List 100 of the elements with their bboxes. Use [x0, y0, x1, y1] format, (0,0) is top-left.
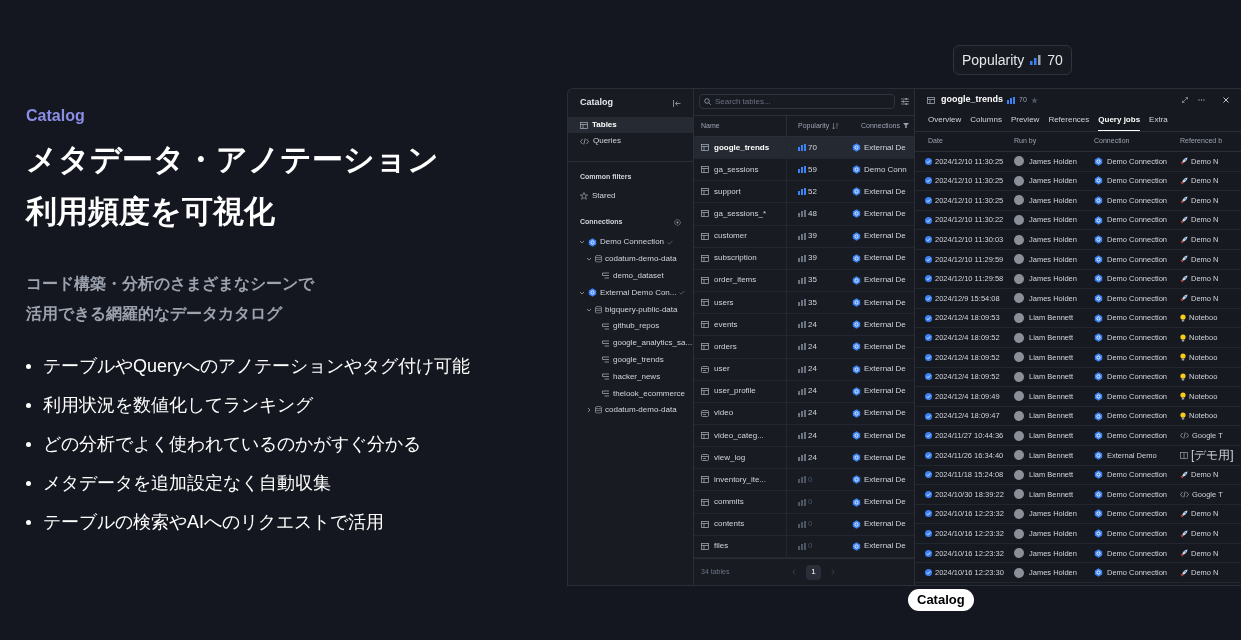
table-row[interactable]: support 52 External De: [694, 181, 914, 204]
table-row[interactable]: orders 24 External De: [694, 336, 914, 359]
tree-item[interactable]: github_repos: [568, 318, 693, 335]
connection-name: External De: [864, 496, 906, 508]
table-row[interactable]: video 24 External De: [694, 402, 914, 425]
connection-name: External De: [864, 385, 906, 398]
user-avatar: [1014, 273, 1024, 284]
tab[interactable]: Extra: [1149, 110, 1168, 131]
success-check-icon: [925, 157, 932, 165]
user-avatar: [1014, 215, 1024, 226]
code-icon: [1180, 432, 1189, 440]
table-row[interactable]: user_profile 24 External De: [694, 380, 914, 403]
connection-icon: [852, 497, 861, 507]
table-row[interactable]: users 35 External De: [694, 292, 914, 315]
connection-name: External De: [864, 407, 906, 420]
bullet-text: 利用状況を数値化してランキング: [43, 393, 313, 417]
connection-icon: [1094, 196, 1103, 205]
connection-icon: [1094, 313, 1103, 323]
tree-item[interactable]: codatum-demo-data: [568, 250, 693, 268]
tree-item[interactable]: hacker_news: [568, 368, 693, 386]
lightbulb-icon: [1180, 333, 1186, 342]
connection-name: External De: [864, 141, 906, 154]
table-name: ga_sessions: [714, 163, 759, 176]
search-field[interactable]: Search tables...: [699, 94, 895, 110]
table-icon: [701, 210, 709, 218]
tree-item[interactable]: google_trends: [568, 351, 693, 369]
settings-icon: [674, 218, 681, 226]
table-icon: [701, 276, 709, 284]
table-name: order_items: [714, 274, 757, 287]
bullet-text: メタデータを追加設定なく自動収集: [43, 471, 331, 495]
database-icon: [595, 255, 602, 264]
table-name: subscription: [714, 252, 757, 265]
table-row[interactable]: order_items 35 External De: [694, 269, 914, 293]
table-row[interactable]: ga_sessions 59 Demo Conn: [694, 159, 914, 182]
user-avatar: [1014, 548, 1024, 559]
table-row[interactable]: video_categ... 24 External De: [694, 424, 914, 448]
dataset-icon: [602, 272, 610, 280]
tooltip-label: Popularity: [962, 50, 1025, 70]
expand-icon: [1182, 97, 1188, 103]
connection-icon: [1094, 352, 1103, 362]
tab[interactable]: Overview: [928, 110, 962, 131]
search-icon: [704, 98, 711, 106]
table-name: inventory_ite...: [714, 473, 767, 486]
tree-item[interactable]: demo_dataset: [568, 267, 693, 285]
connection-icon: [1094, 411, 1103, 421]
success-check-icon: [925, 432, 932, 440]
user-avatar: [1014, 313, 1024, 324]
table-row[interactable]: ga_sessions_* 48 External De: [694, 203, 914, 226]
user-avatar: [1014, 371, 1024, 382]
tree-item[interactable]: External Demo Con...: [568, 284, 693, 302]
success-check-icon: [925, 255, 932, 263]
success-check-icon: [925, 216, 932, 224]
lightbulb-icon: [1180, 392, 1186, 401]
bullet-text: テーブルの検索やAIへのリクエストで活用: [43, 510, 384, 534]
view-icon: [701, 409, 709, 417]
table-row[interactable]: google_trends 70 External De: [694, 136, 914, 160]
success-check-icon: [925, 530, 932, 538]
table-row[interactable]: user 24 External De: [694, 358, 914, 381]
table-icon: [701, 232, 709, 240]
connection-name: External De: [864, 518, 906, 531]
nav-item[interactable]: Tables: [568, 117, 693, 133]
table-row[interactable]: view_log 24 External De: [694, 447, 914, 470]
success-check-icon: [925, 197, 932, 204]
tab[interactable]: Preview: [1010, 110, 1040, 131]
connection-icon: [852, 386, 861, 396]
connection-icon: [1094, 470, 1103, 480]
tree-item[interactable]: Demo Connection: [568, 234, 693, 251]
connection-icon: [1094, 548, 1103, 558]
page-button[interactable]: 1: [806, 564, 821, 580]
tab[interactable]: Columns: [970, 110, 1002, 131]
table-icon: [580, 121, 588, 129]
nav-item[interactable]: Queries: [568, 133, 693, 149]
user-avatar: [1014, 175, 1024, 186]
filter-item[interactable]: Stared: [568, 188, 693, 204]
reference-name: [デモ用]: [1191, 448, 1234, 463]
success-check-icon: [925, 412, 932, 420]
rocket-icon: [1180, 549, 1188, 558]
filter-icon: [902, 123, 909, 129]
rocket-icon: [1180, 294, 1188, 303]
tree-item[interactable]: google_analytics_sa...: [568, 334, 693, 352]
tab[interactable]: References: [1048, 110, 1090, 131]
rocket-icon: [1180, 510, 1188, 518]
table-name: video: [714, 407, 734, 420]
tree-item[interactable]: thelook_ecommerce: [568, 385, 693, 402]
table-row[interactable]: subscription 39 External De: [694, 247, 914, 270]
connection-name: External De: [864, 363, 906, 376]
table-row[interactable]: customer 39 External De: [694, 225, 914, 248]
user-avatar: [1014, 411, 1024, 421]
tree-item[interactable]: codatum-demo-data: [568, 401, 693, 419]
rocket-icon: [1180, 568, 1188, 577]
rocket-icon: [1180, 176, 1188, 185]
connection-icon: [852, 275, 861, 285]
dataset-icon: [602, 356, 610, 364]
tree-item[interactable]: bigquery-public-data: [568, 301, 693, 318]
connection-name: External De: [864, 473, 906, 486]
connection-icon: [588, 288, 597, 298]
code-icon: [580, 137, 589, 145]
tab[interactable]: Query jobs: [1098, 110, 1141, 131]
table-row[interactable]: events 24 External De: [694, 314, 914, 337]
table-name: files: [714, 540, 729, 553]
